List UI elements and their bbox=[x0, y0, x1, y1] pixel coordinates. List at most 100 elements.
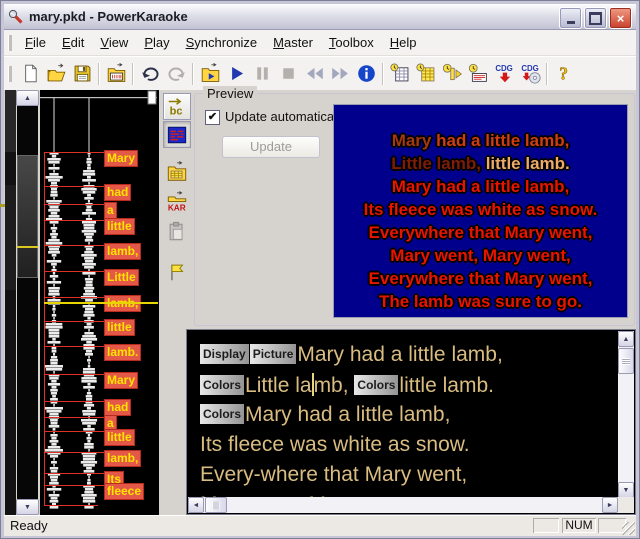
resize-grip[interactable] bbox=[622, 522, 635, 535]
undo-button[interactable] bbox=[137, 61, 163, 87]
tag-colors[interactable]: Colors bbox=[200, 404, 244, 424]
open-song-button[interactable] bbox=[197, 61, 223, 87]
lyrics-editor: DisplayPictureMary had a little lamb,Col… bbox=[186, 329, 636, 515]
close-button[interactable]: × bbox=[609, 7, 632, 29]
play-button[interactable] bbox=[223, 61, 249, 87]
toolbar-separator bbox=[382, 63, 384, 85]
menu-item-synchronize[interactable]: Synchronize bbox=[178, 31, 266, 55]
word-label[interactable]: lamb, bbox=[104, 450, 141, 467]
synchronize-words-button[interactable] bbox=[413, 61, 439, 87]
marker-flag-button[interactable] bbox=[163, 258, 191, 285]
lyric-segment: Mary went, Mary went, bbox=[390, 246, 570, 265]
editor-horizontal-scrollbar[interactable]: ◄ ► bbox=[188, 497, 619, 513]
word-label[interactable]: Little bbox=[104, 269, 139, 286]
word-boundary-line bbox=[44, 374, 106, 375]
word-boundary-line bbox=[44, 431, 106, 432]
track-scrollbar-track[interactable] bbox=[17, 106, 38, 499]
update-automatically-label[interactable]: Update automaticaly bbox=[225, 109, 344, 124]
horizontal-scrollbar-thumb[interactable] bbox=[205, 497, 227, 513]
tag-picture[interactable]: Picture bbox=[250, 344, 297, 364]
open-layer-button[interactable] bbox=[163, 158, 191, 185]
preview-mode-button[interactable] bbox=[163, 121, 191, 148]
word-boundary-line bbox=[44, 152, 106, 153]
menu-item-file[interactable]: File bbox=[17, 31, 54, 55]
scroll-up-button[interactable]: ▲ bbox=[618, 331, 634, 347]
menu-bar: FileEditViewPlaySynchronizeMasterToolbox… bbox=[4, 30, 636, 56]
phrase-bottom-line bbox=[44, 505, 98, 506]
word-label[interactable]: fleece bbox=[104, 483, 144, 500]
scroll-left-button[interactable]: ◄ bbox=[188, 497, 204, 513]
export-cdg-button[interactable]: CDG bbox=[491, 61, 517, 87]
word-label[interactable]: had bbox=[104, 184, 131, 201]
track-scrollbar-thumb[interactable] bbox=[17, 155, 38, 278]
lyrics-text-mode-button[interactable]: bc bbox=[163, 93, 191, 120]
title-bar[interactable]: mary.pkd - PowerKaraoke × bbox=[4, 4, 636, 30]
toolbar-gripper[interactable] bbox=[8, 66, 12, 82]
menu-item-view[interactable]: View bbox=[92, 31, 136, 55]
synchronize-table-button[interactable] bbox=[387, 61, 413, 87]
waveform-track-panel[interactable]: Maryhadalittlelamb,Littlelamb,littlelamb… bbox=[40, 90, 159, 515]
update-automatically-checkbox[interactable]: ✔ bbox=[205, 110, 220, 125]
pause-button bbox=[249, 61, 275, 87]
open-midi-button[interactable] bbox=[103, 61, 129, 87]
word-label[interactable]: Mary bbox=[104, 372, 138, 389]
scroll-right-button[interactable]: ► bbox=[602, 497, 618, 513]
menu-item-edit[interactable]: Edit bbox=[54, 31, 92, 55]
lyric-segment: The lamb was sure to go. bbox=[379, 292, 582, 311]
word-label[interactable]: a bbox=[104, 202, 117, 219]
export-kar-button[interactable]: KAR bbox=[163, 188, 191, 215]
close-icon: × bbox=[617, 11, 625, 26]
editor-text: mb, bbox=[314, 374, 355, 397]
word-label[interactable]: little bbox=[104, 429, 135, 446]
track-scrollbar[interactable]: ▲ ▼ bbox=[16, 90, 39, 515]
thumb-grip bbox=[213, 501, 220, 509]
maximize-button[interactable] bbox=[584, 7, 607, 29]
open-file-button[interactable] bbox=[43, 61, 69, 87]
editor-text: little lamb. bbox=[399, 374, 494, 397]
vertical-scrollbar-thumb[interactable] bbox=[618, 348, 634, 374]
scroll-down-button[interactable]: ▼ bbox=[16, 499, 39, 515]
editor-line: Every-where that Mary went, bbox=[200, 463, 618, 493]
word-label[interactable]: little bbox=[104, 319, 135, 336]
scroll-up-button[interactable]: ▲ bbox=[16, 90, 39, 106]
tag-colors[interactable]: Colors bbox=[354, 375, 398, 395]
menu-item-play[interactable]: Play bbox=[136, 31, 177, 55]
tag-display[interactable]: Display bbox=[200, 344, 249, 364]
stop-button bbox=[275, 61, 301, 87]
minimize-button[interactable] bbox=[559, 7, 582, 29]
help-button[interactable]: ? bbox=[551, 61, 577, 87]
info-button[interactable] bbox=[353, 61, 379, 87]
word-label[interactable]: lamb. bbox=[104, 344, 141, 361]
editor-vertical-scrollbar[interactable]: ▲ ▼ bbox=[618, 331, 634, 498]
preview-text-line: Its fleece was white as snow. bbox=[334, 198, 627, 221]
status-message: Ready bbox=[10, 518, 48, 533]
menu-item-master[interactable]: Master bbox=[265, 31, 321, 55]
toolbar-items: CDGCDG? bbox=[17, 61, 577, 87]
synchronize-edit-button[interactable] bbox=[465, 61, 491, 87]
scroll-down-button[interactable]: ▼ bbox=[618, 482, 634, 498]
save-file-button[interactable] bbox=[69, 61, 95, 87]
song-overview-strip[interactable] bbox=[5, 90, 16, 515]
word-label[interactable]: little bbox=[104, 218, 135, 235]
burn-cdg-button[interactable]: CDG bbox=[517, 61, 543, 87]
current-position-line bbox=[44, 302, 158, 304]
menu-item-toolbox[interactable]: Toolbox bbox=[321, 31, 382, 55]
synchronize-playback-button[interactable] bbox=[439, 61, 465, 87]
preview-lyrics: Mary had a little lamb,Little lamb, litt… bbox=[334, 129, 627, 313]
tag-colors[interactable]: Colors bbox=[200, 375, 244, 395]
svg-text:?: ? bbox=[559, 64, 568, 84]
menu-gripper[interactable] bbox=[8, 35, 12, 51]
karaoke-preview-screen: Mary had a little lamb,Little lamb, litt… bbox=[334, 105, 627, 317]
new-file-button[interactable] bbox=[17, 61, 43, 87]
paste-button bbox=[163, 218, 191, 245]
word-label[interactable]: lamb, bbox=[104, 243, 141, 260]
menu-item-help[interactable]: Help bbox=[382, 31, 425, 55]
preview-text-line: The lamb was sure to go. bbox=[334, 290, 627, 313]
lyrics-editor-text[interactable]: DisplayPictureMary had a little lamb,Col… bbox=[188, 331, 618, 509]
app-icon-microphone bbox=[7, 8, 24, 25]
word-label[interactable]: had bbox=[104, 399, 131, 416]
word-label[interactable]: Mary bbox=[104, 150, 138, 167]
window-title: mary.pkd - PowerKaraoke bbox=[29, 9, 188, 24]
editor-text: Mary had a little lamb, bbox=[245, 403, 450, 426]
word-boundary-line bbox=[44, 452, 106, 453]
